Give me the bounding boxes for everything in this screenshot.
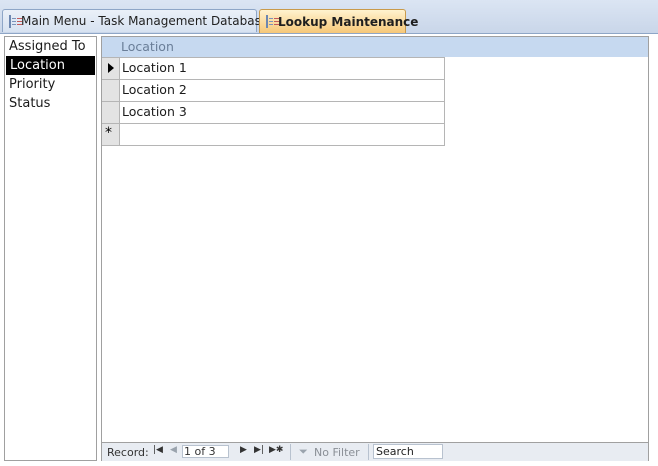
record-selector[interactable]: * bbox=[102, 124, 120, 145]
lookup-listbox[interactable]: Assigned To Location Priority Status bbox=[4, 36, 97, 461]
location-cell[interactable]: Location 2 bbox=[120, 80, 445, 101]
location-cell[interactable]: Location 3 bbox=[120, 102, 445, 123]
last-record-icon[interactable]: ▶| bbox=[254, 445, 264, 455]
record-selector[interactable] bbox=[102, 102, 120, 123]
tab-lookup-maintenance-label: Lookup Maintenance bbox=[278, 14, 419, 29]
new-location-cell[interactable] bbox=[120, 124, 445, 145]
nav-divider bbox=[368, 444, 369, 460]
tab-lookup-maintenance[interactable]: Lookup Maintenance bbox=[259, 9, 418, 33]
tab-main-menu-label: Main Menu - Task Management Database bbox=[21, 14, 269, 28]
first-record-icon[interactable]: |◀ bbox=[153, 445, 163, 455]
search-input[interactable]: Search bbox=[373, 444, 443, 459]
new-record-row[interactable]: * bbox=[102, 124, 445, 146]
table-row[interactable]: Location 3 bbox=[102, 102, 445, 124]
new-record-asterisk-icon: * bbox=[105, 125, 112, 141]
document-tab-strip: Main Menu - Task Management Database Loo… bbox=[0, 0, 658, 34]
record-navigation-bar: Record: |◀ ◀ 1 of 3 ▶ ▶| ▶✱ ⏷ No Filter … bbox=[102, 442, 648, 461]
list-item-status[interactable]: Status bbox=[5, 94, 96, 113]
no-filter-button[interactable]: No Filter bbox=[314, 446, 360, 459]
table-row[interactable]: Location 1 bbox=[102, 57, 445, 80]
record-selector[interactable] bbox=[102, 80, 120, 101]
datasheet-grid: Location 1 Location 2 Location 3 * bbox=[102, 57, 445, 146]
column-header-band: Location bbox=[102, 37, 648, 57]
location-cell[interactable]: Location 1 bbox=[120, 58, 445, 79]
column-header-location[interactable]: Location bbox=[121, 39, 174, 54]
nav-divider bbox=[290, 444, 291, 460]
list-item-location[interactable]: Location bbox=[6, 56, 95, 75]
form-icon bbox=[9, 14, 22, 28]
record-label: Record: bbox=[107, 446, 149, 459]
next-record-icon[interactable]: ▶ bbox=[240, 445, 247, 455]
lookup-subform: Location Location 1 Location 2 Location … bbox=[101, 36, 649, 461]
current-record-arrow-icon bbox=[108, 63, 114, 73]
list-item-assigned-to[interactable]: Assigned To bbox=[5, 37, 96, 56]
filter-funnel-icon: ⏷ bbox=[299, 445, 308, 458]
record-selector[interactable] bbox=[102, 58, 120, 79]
current-record-field[interactable]: 1 of 3 bbox=[182, 445, 229, 458]
form-icon bbox=[266, 15, 279, 28]
new-record-icon[interactable]: ▶✱ bbox=[269, 445, 283, 455]
previous-record-icon[interactable]: ◀ bbox=[170, 445, 177, 455]
list-item-priority[interactable]: Priority bbox=[5, 75, 96, 94]
tab-main-menu[interactable]: Main Menu - Task Management Database bbox=[2, 9, 268, 32]
table-row[interactable]: Location 2 bbox=[102, 80, 445, 102]
